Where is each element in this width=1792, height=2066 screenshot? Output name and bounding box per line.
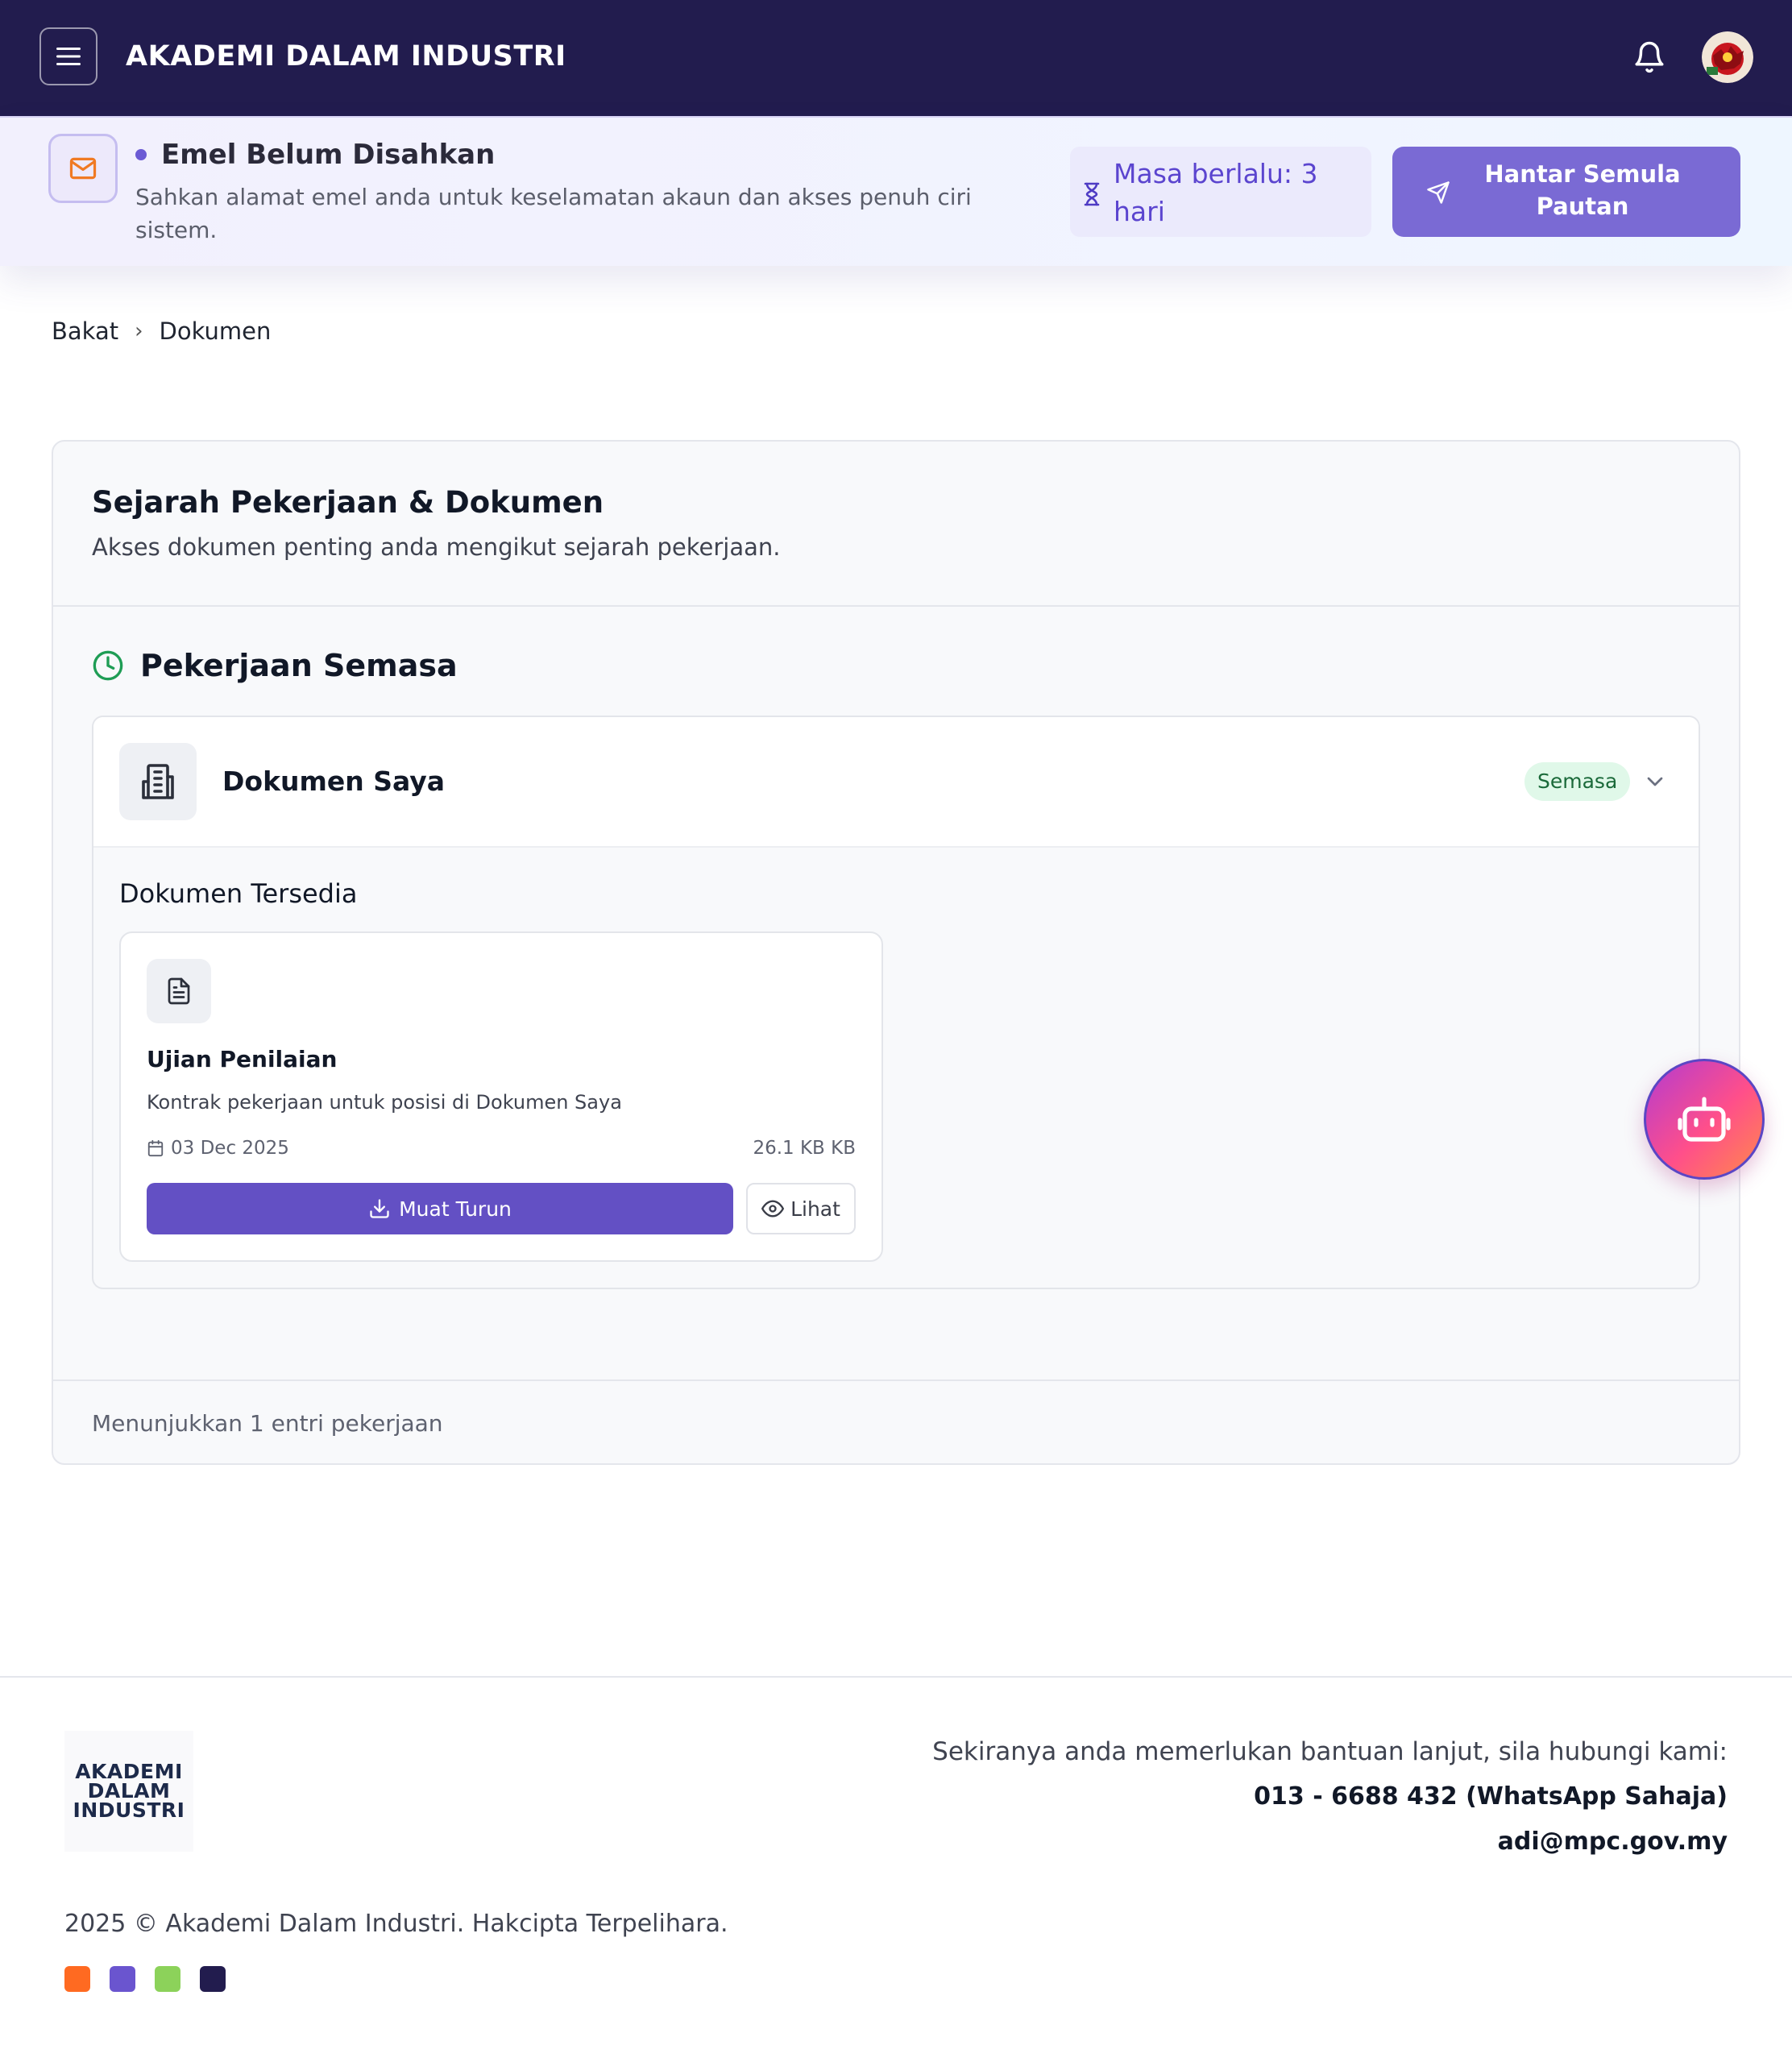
- chevron-down-icon[interactable]: [1642, 769, 1668, 794]
- eye-icon: [761, 1197, 785, 1220]
- help-email[interactable]: adi@mpc.gov.my: [932, 1826, 1728, 1858]
- calendar-icon: [147, 1139, 164, 1157]
- user-avatar[interactable]: [1702, 31, 1753, 83]
- current-employment-section: Pekerjaan Semasa: [92, 648, 458, 683]
- status-dot: [135, 149, 147, 160]
- hourglass-icon: [1083, 182, 1101, 206]
- page-footer: AKADEMI DALAM INDUSTRI Sekiranya anda me…: [0, 1676, 1792, 2066]
- document-name: Ujian Penilaian: [147, 1046, 338, 1072]
- menu-button[interactable]: [39, 27, 97, 85]
- footer-logo-text: AKADEMI DALAM INDUSTRI: [73, 1760, 185, 1822]
- status-badge: Semasa: [1524, 762, 1631, 801]
- view-button[interactable]: Lihat: [746, 1183, 856, 1234]
- banner-title-text: Emel Belum Disahkan: [161, 139, 496, 171]
- job-icon-box: [119, 743, 197, 820]
- card-footer: Menunjukkan 1 entri pekerjaan: [53, 1379, 1739, 1465]
- job-name: Dokumen Saya: [222, 765, 446, 797]
- bot-icon: [1677, 1094, 1732, 1144]
- breadcrumb-bakat[interactable]: Bakat: [52, 317, 118, 345]
- entries-count-text: Menunjukkan 1 entri pekerjaan: [92, 1410, 443, 1437]
- app-title: AKADEMI DALAM INDUSTRI: [126, 40, 566, 73]
- file-text-icon: [164, 977, 193, 1006]
- banner-description: Sahkan alamat emel anda untuk keselamata…: [135, 184, 972, 243]
- breadcrumb: Bakat › Dokumen: [52, 317, 271, 345]
- view-label: Lihat: [790, 1197, 840, 1221]
- mail-icon: [68, 156, 97, 181]
- brand-swatch-purple: [110, 1966, 135, 1992]
- brand-swatch-navy: [200, 1966, 226, 1992]
- elapsed-time-badge: Masa berlalu: 3 hari: [1070, 147, 1371, 237]
- top-navbar: AKADEMI DALAM INDUSTRI: [0, 0, 1792, 116]
- download-button[interactable]: Muat Turun: [147, 1183, 733, 1234]
- employment-documents-card: Sejarah Pekerjaan & Dokumen Akses dokume…: [52, 440, 1740, 1465]
- document-size: 26.1 KB KB: [753, 1138, 856, 1159]
- document-icon-box: [147, 959, 211, 1023]
- building-icon: [139, 762, 177, 801]
- bell-icon: [1632, 39, 1666, 75]
- email-verification-banner: Emel Belum Disahkan Sahkan alamat emel a…: [0, 116, 1792, 266]
- document-date: 03 Dec 2025: [147, 1138, 289, 1159]
- elapsed-time-text: Masa berlalu: 3 hari: [1114, 158, 1318, 227]
- download-label: Muat Turun: [399, 1197, 512, 1221]
- menu-icon: [56, 47, 81, 66]
- document-description: Kontrak pekerjaan untuk posisi di Dokume…: [147, 1091, 622, 1114]
- card-header: Sejarah Pekerjaan & Dokumen Akses dokume…: [53, 442, 1739, 607]
- section-title: Pekerjaan Semasa: [140, 648, 458, 683]
- chatbot-button[interactable]: [1644, 1059, 1765, 1180]
- copyright-text: 2025 © Akademi Dalam Industri. Hakcipta …: [64, 1910, 728, 1938]
- resend-link-button[interactable]: Hantar Semula Pautan: [1392, 147, 1740, 237]
- brand-swatch-orange: [64, 1966, 90, 1992]
- banner-title: Emel Belum Disahkan: [135, 139, 495, 171]
- send-icon: [1426, 180, 1450, 205]
- help-phone: 013 - 6688 432 (WhatsApp Sahaja): [1254, 1782, 1728, 1811]
- mail-icon-box: [48, 134, 118, 203]
- resend-link-label: Hantar Semula Pautan: [1484, 160, 1681, 220]
- clock-icon: [92, 649, 124, 682]
- document-date-text: 03 Dec 2025: [171, 1138, 289, 1159]
- notifications-button[interactable]: [1632, 39, 1666, 75]
- breadcrumb-current: Dokumen: [159, 317, 272, 345]
- job-accordion: Dokumen Saya Semasa Dokumen Tersedia Uji…: [92, 716, 1700, 1289]
- job-accordion-header[interactable]: Dokumen Saya Semasa: [93, 717, 1699, 848]
- breadcrumb-separator: ›: [135, 319, 143, 343]
- brand-swatch-green: [155, 1966, 180, 1992]
- page-subtitle: Akses dokumen penting anda mengikut seja…: [92, 533, 781, 561]
- brand-swatches: [64, 1966, 245, 1992]
- page-title: Sejarah Pekerjaan & Dokumen: [92, 485, 604, 520]
- documents-heading: Dokumen Tersedia: [119, 878, 358, 909]
- footer-logo: AKADEMI DALAM INDUSTRI: [64, 1731, 193, 1852]
- help-text: Sekiranya anda memerlukan bantuan lanjut…: [932, 1737, 1728, 1766]
- download-icon: [368, 1197, 391, 1220]
- help-contact: Sekiranya anda memerlukan bantuan lanjut…: [932, 1736, 1728, 1858]
- document-card: Ujian Penilaian Kontrak pekerjaan untuk …: [119, 931, 883, 1262]
